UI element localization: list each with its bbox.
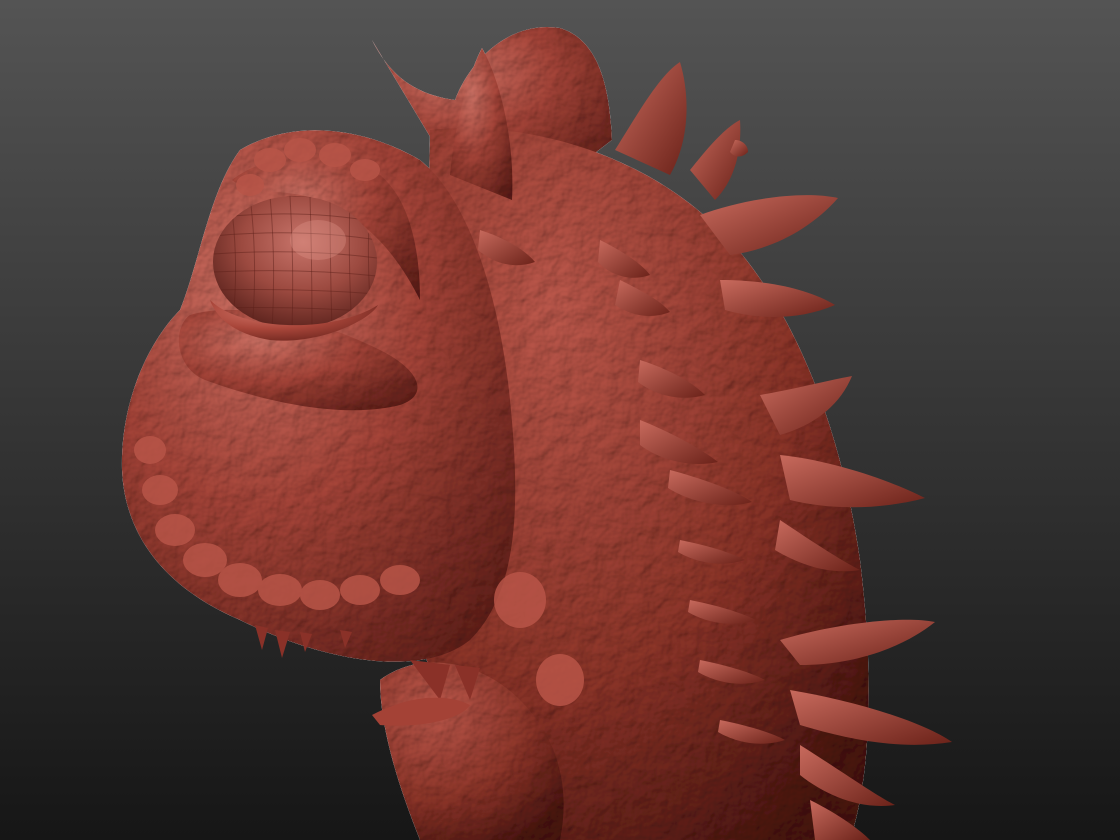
sculpt-viewport[interactable]: [0, 0, 1120, 840]
render-canvas: [0, 0, 1120, 840]
eye-highlight: [290, 220, 346, 260]
eye: [210, 196, 378, 341]
